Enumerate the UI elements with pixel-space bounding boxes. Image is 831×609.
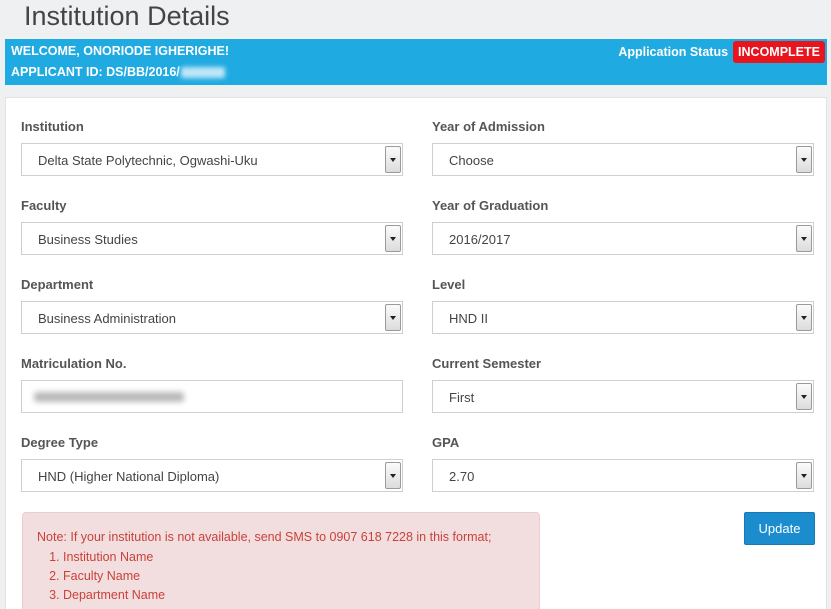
applicant-id: APPLICANT ID: DS/BB/2016/	[11, 65, 225, 79]
note-text: Note: If your institution is not availab…	[37, 530, 492, 544]
applicant-id-text: APPLICANT ID: DS/BB/2016/	[11, 65, 180, 79]
current-semester-select[interactable]: First	[432, 380, 814, 413]
chevron-down-icon	[385, 462, 401, 489]
gpa-value: 2.70	[449, 469, 475, 484]
level-field: Level HND II	[432, 277, 814, 334]
chevron-down-icon	[796, 225, 812, 252]
gpa-field: GPA 2.70	[432, 435, 814, 492]
department-field: Department Business Administration	[21, 277, 403, 334]
chevron-down-icon	[796, 146, 812, 173]
status-label: Application Status	[618, 45, 729, 59]
department-select[interactable]: Business Administration	[21, 301, 403, 334]
welcome-text: WELCOME, ONORIODE IGHERIGHE!	[11, 44, 230, 58]
year-of-graduation-value: 2016/2017	[449, 232, 511, 247]
note-list-item: Faculty Name	[63, 567, 525, 586]
gpa-label: GPA	[432, 435, 460, 450]
degree-type-label: Degree Type	[21, 435, 99, 450]
matriculation-no-field: Matriculation No.	[21, 356, 403, 413]
year-of-graduation-label: Year of Graduation	[432, 198, 549, 213]
gpa-select[interactable]: 2.70	[432, 459, 814, 492]
institution-form: Institution Delta State Polytechnic, Ogw…	[5, 97, 827, 609]
degree-type-select[interactable]: HND (Higher National Diploma)	[21, 459, 403, 492]
faculty-label: Faculty	[21, 198, 67, 213]
year-of-admission-field: Year of Admission Choose	[432, 119, 814, 176]
chevron-down-icon	[385, 225, 401, 252]
chevron-down-icon	[385, 146, 401, 173]
year-of-admission-label: Year of Admission	[432, 119, 545, 134]
chevron-down-icon	[796, 383, 812, 410]
degree-type-value: HND (Higher National Diploma)	[38, 469, 220, 484]
current-semester-label: Current Semester	[432, 356, 542, 371]
institution-field: Institution Delta State Polytechnic, Ogw…	[21, 119, 403, 176]
degree-type-field: Degree Type HND (Higher National Diploma…	[21, 435, 403, 492]
faculty-field: Faculty Business Studies	[21, 198, 403, 255]
page-title: Institution Details	[24, 1, 230, 31]
chevron-down-icon	[796, 462, 812, 489]
chevron-down-icon	[385, 304, 401, 331]
current-semester-field: Current Semester First	[432, 356, 814, 413]
institution-label: Institution	[21, 119, 84, 134]
welcome-banner: WELCOME, ONORIODE IGHERIGHE! APPLICANT I…	[5, 39, 827, 85]
sms-note: Note: If your institution is not availab…	[22, 512, 540, 609]
matriculation-no-input[interactable]	[21, 380, 403, 413]
department-label: Department	[21, 277, 94, 292]
update-button[interactable]: Update	[744, 512, 815, 545]
redacted-id	[180, 67, 225, 79]
level-select[interactable]: HND II	[432, 301, 814, 334]
note-list-item: Institution Name	[63, 548, 525, 567]
department-value: Business Administration	[38, 311, 177, 326]
faculty-select[interactable]: Business Studies	[21, 222, 403, 255]
current-semester-value: First	[449, 390, 475, 405]
year-of-graduation-field: Year of Graduation 2016/2017	[432, 198, 814, 255]
year-of-admission-select[interactable]: Choose	[432, 143, 814, 176]
level-label: Level	[432, 277, 466, 292]
institution-value: Delta State Polytechnic, Ogwashi-Uku	[38, 153, 258, 168]
chevron-down-icon	[796, 304, 812, 331]
level-value: HND II	[449, 311, 488, 326]
matriculation-no-label: Matriculation No.	[21, 356, 127, 371]
year-of-graduation-select[interactable]: 2016/2017	[432, 222, 814, 255]
redacted-matriculation-no	[34, 392, 184, 402]
status-badge: INCOMPLETE	[733, 41, 825, 63]
institution-select[interactable]: Delta State Polytechnic, Ogwashi-Uku	[21, 143, 403, 176]
faculty-value: Business Studies	[38, 232, 138, 247]
note-list-item: Department Name	[63, 586, 525, 605]
year-of-admission-value: Choose	[449, 153, 494, 168]
note-list: Institution Name Faculty Name Department…	[63, 548, 525, 605]
application-status: Application Status INCOMPLETE	[618, 41, 825, 63]
